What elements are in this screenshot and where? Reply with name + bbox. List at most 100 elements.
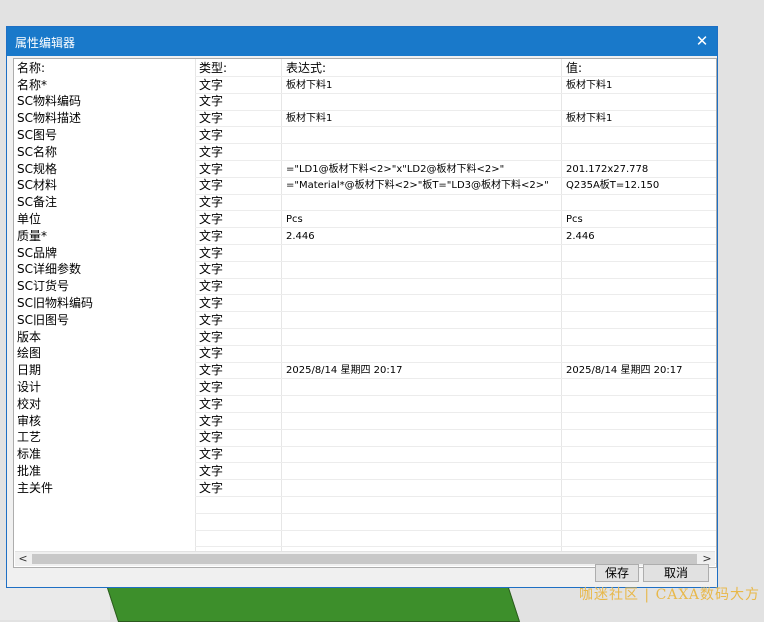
header-type[interactable]: 类型: xyxy=(199,60,284,77)
property-value xyxy=(566,329,716,346)
save-button[interactable]: 保存 xyxy=(595,564,639,582)
property-expression[interactable] xyxy=(286,463,561,480)
property-expression[interactable] xyxy=(286,446,561,463)
property-type: 文字 xyxy=(199,363,224,378)
table-row[interactable]: SC详细参数 文字 xyxy=(14,261,716,278)
property-expression[interactable]: ="LD1@板材下料<2>"x"LD2@板材下料<2>" xyxy=(286,161,561,178)
table-row[interactable]: SC订货号 文字 xyxy=(14,278,716,295)
property-expression[interactable] xyxy=(286,127,561,144)
property-type: 文字 xyxy=(199,161,224,176)
property-expression[interactable] xyxy=(286,379,561,396)
property-value xyxy=(566,396,716,413)
table-row[interactable]: 审核 文字 xyxy=(14,413,716,430)
table-row[interactable]: 单位 文字 Pcs Pcs xyxy=(14,211,716,228)
property-expression[interactable] xyxy=(286,396,561,413)
property-type: 文字 xyxy=(199,295,224,310)
property-name: 名称* xyxy=(17,77,48,92)
table-row[interactable]: 日期 文字 2025/8/14 星期四 20:17 2025/8/14 星期四 20:… xyxy=(14,362,716,379)
property-name: 单位 xyxy=(17,211,42,226)
property-value xyxy=(566,295,716,312)
property-type: 文字 xyxy=(199,127,224,142)
table-row[interactable]: SC品牌 文字 xyxy=(14,245,716,262)
property-expression[interactable]: ="Material*@板材下料<2>"板T="LD3@板材下料<2>" xyxy=(286,177,561,194)
table-row[interactable]: 名称* 文字 板材下料1 板材下料1 xyxy=(14,77,716,94)
property-expression[interactable] xyxy=(286,329,561,346)
title-bar[interactable]: 属性编辑器 ✕ xyxy=(7,27,717,56)
table-row[interactable]: 批准 文字 xyxy=(14,463,716,480)
table-row[interactable]: 质量* 文字 2.446 2.446 xyxy=(14,228,716,245)
table-row[interactable]: SC旧图号 文字 xyxy=(14,312,716,329)
property-type: 文字 xyxy=(199,211,224,226)
table-row[interactable]: SC图号 文字 xyxy=(14,127,716,144)
property-expression[interactable] xyxy=(286,413,561,430)
table-row[interactable]: 设计 文字 xyxy=(14,379,716,396)
table-row[interactable]: SC物料编码 文字 xyxy=(14,93,716,110)
property-value xyxy=(566,194,716,211)
table-row[interactable]: SC旧物料编码 文字 xyxy=(14,295,716,312)
property-type: 文字 xyxy=(199,245,224,260)
property-value: 201.172x27.778 xyxy=(566,163,649,175)
property-expression[interactable] xyxy=(286,245,561,262)
table-row[interactable]: 版本 文字 xyxy=(14,329,716,346)
property-expression[interactable]: Pcs xyxy=(286,211,561,228)
chevron-left-icon[interactable]: < xyxy=(15,552,31,566)
table-row[interactable]: SC物料描述 文字 板材下料1 板材下料1 xyxy=(14,110,716,127)
close-icon[interactable]: ✕ xyxy=(687,27,717,56)
property-type: 文字 xyxy=(199,312,224,327)
table-row[interactable]: SC规格 文字 ="LD1@板材下料<2>"x"LD2@板材下料<2>" 201.17… xyxy=(14,161,716,178)
property-expression[interactable] xyxy=(286,261,561,278)
property-expression[interactable] xyxy=(286,429,561,446)
property-name: SC物料编码 xyxy=(17,94,81,109)
header-name[interactable]: 名称: xyxy=(17,60,195,77)
property-value xyxy=(566,93,716,110)
property-value xyxy=(566,278,716,295)
table-row[interactable]: SC名称 文字 xyxy=(14,144,716,161)
property-type: 文字 xyxy=(199,329,224,344)
property-expression[interactable] xyxy=(286,93,561,110)
table-row[interactable]: SC备注 文字 xyxy=(14,194,716,211)
property-expression[interactable] xyxy=(286,480,561,497)
property-expression[interactable]: 板材下料1 xyxy=(286,77,561,94)
table-row[interactable]: SC材料 文字 ="Material*@板材下料<2>"板T="LD3@板材下料<2… xyxy=(14,177,716,194)
property-name: 审核 xyxy=(17,413,42,428)
property-expression[interactable] xyxy=(286,295,561,312)
property-expression[interactable] xyxy=(286,312,561,329)
cancel-button[interactable]: 取消 xyxy=(643,564,709,582)
property-type: 文字 xyxy=(199,430,224,445)
property-name: SC名称 xyxy=(17,144,57,159)
property-type: 文字 xyxy=(199,178,224,193)
table-row[interactable]: 绘图 文字 xyxy=(14,345,716,362)
property-expression[interactable]: 板材下料1 xyxy=(286,110,561,127)
property-value xyxy=(566,429,716,446)
table-row[interactable]: 工艺 文字 xyxy=(14,429,716,446)
scrollbar-thumb[interactable] xyxy=(32,554,697,564)
table-row[interactable]: 校对 文字 xyxy=(14,396,716,413)
table-row[interactable]: 标准 文字 xyxy=(14,446,716,463)
property-value: Pcs xyxy=(566,213,583,225)
property-type: 文字 xyxy=(199,228,224,243)
property-name: SC备注 xyxy=(17,195,57,210)
property-name: 主关件 xyxy=(17,480,54,495)
property-name: 工艺 xyxy=(17,430,42,445)
property-name: SC物料描述 xyxy=(17,111,81,126)
property-expression[interactable] xyxy=(286,278,561,295)
property-expression[interactable]: 2.446 xyxy=(286,228,561,245)
property-name: 绘图 xyxy=(17,346,42,361)
property-name: SC旧图号 xyxy=(17,312,69,327)
header-value[interactable]: 值: xyxy=(566,60,716,77)
property-type: 文字 xyxy=(199,94,224,109)
property-expression[interactable] xyxy=(286,194,561,211)
property-type: 文字 xyxy=(199,413,224,428)
property-type: 文字 xyxy=(199,195,224,210)
property-value: 2.446 xyxy=(566,230,595,242)
property-expression[interactable]: 2025/8/14 星期四 20:17 xyxy=(286,362,561,379)
property-expression[interactable] xyxy=(286,144,561,161)
property-name: 设计 xyxy=(17,379,42,394)
header-expression[interactable]: 表达式: xyxy=(286,60,561,77)
row-divider xyxy=(195,529,716,531)
table-row[interactable]: 主关件 文字 xyxy=(14,480,716,497)
property-expression[interactable] xyxy=(286,345,561,362)
property-name: SC材料 xyxy=(17,178,57,193)
property-name: 日期 xyxy=(17,363,42,378)
property-name: 校对 xyxy=(17,396,42,411)
